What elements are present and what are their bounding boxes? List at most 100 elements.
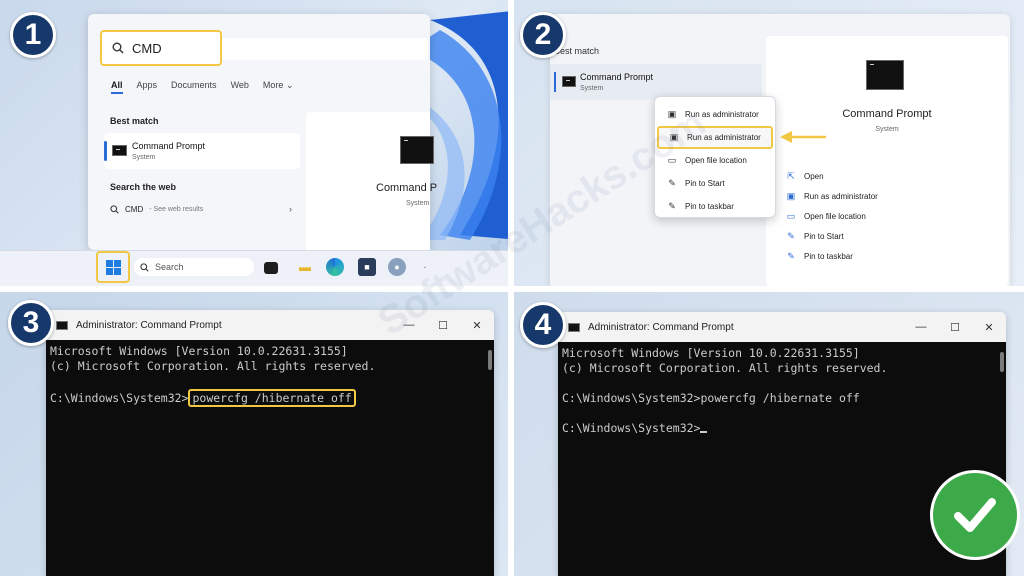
taskbar-search-label: Search [155,262,184,272]
ctx-pin-to-start-label: Pin to Start [685,179,725,188]
shield-icon: ▣ [669,132,679,142]
chevron-down-icon: ⌄ [285,80,294,90]
window-title: Administrator: Command Prompt [588,321,734,333]
chevron-right-icon: › [289,204,292,214]
tab-web[interactable]: Web [231,80,249,94]
tab-more-label: More [262,80,284,90]
terminal-command-line: C:\Windows\System32> powercfg /hibernate … [50,389,490,409]
preview-sub: System [406,200,430,207]
window-controls: — ☐ ✕ [904,321,1006,334]
tab-documents[interactable]: Documents [171,80,217,94]
maximize-button[interactable]: ☐ [426,319,460,332]
tab-all[interactable]: All [111,80,123,94]
step-badge-1: 1 [10,12,56,58]
ctx-open-file-location[interactable]: ▭ Open file location [655,149,775,172]
taskbar-search-box[interactable]: Search [134,258,254,276]
task-view-icon[interactable] [264,262,278,274]
terminal-cursor [700,431,708,433]
step4-panel: Administrator: Command Prompt — ☐ ✕ Micr… [514,292,1024,576]
open-icon: ⇱ [787,170,795,181]
highlighted-command: powercfg /hibernate off [188,389,356,407]
cmd-window-icon [56,320,68,330]
ctx-run-as-admin[interactable]: ▣ Run as administrator [655,103,775,126]
window-controls: — ☐ ✕ [392,319,494,332]
window-title: Administrator: Command Prompt [76,319,222,331]
action-open[interactable]: ⇱ Open [786,166,878,186]
file-explorer-icon[interactable]: ▬ [296,258,314,276]
search-web-label: Search the web [110,182,177,192]
action-pin-to-start[interactable]: ✎ Pin to Start [786,226,878,246]
terminal-prompt: C:\Windows\System32> [562,421,701,435]
ctx-pin-to-taskbar[interactable]: ✎ Pin to taskbar [655,195,775,218]
context-menu: ▣ Run as administrator ▣ Run as administra… [654,96,776,218]
start-button[interactable] [96,251,130,283]
step-badge-4: 4 [520,302,566,348]
step1-panel: CMD All Apps Documents Web More ⌄ Best m… [0,0,508,286]
close-button[interactable]: ✕ [972,321,1006,334]
action-pin-to-start-label: Pin to Start [804,231,844,241]
action-open-file-location[interactable]: ▭ Open file location [786,206,878,226]
web-search-result[interactable]: CMD - See web results › [110,204,292,214]
selection-indicator [554,72,556,92]
edge-browser-icon[interactable] [326,258,344,276]
folder-icon: ▭ [786,210,796,221]
cmd-app-icon [112,145,127,156]
tab-apps[interactable]: Apps [137,80,158,94]
action-pin-to-taskbar[interactable]: ✎ Pin to taskbar [786,246,878,266]
result-name: Command Prompt [132,141,206,151]
terminal-line: C:\Windows\System32>powercfg /hibernate … [562,391,860,405]
scrollbar[interactable] [1000,352,1004,372]
ctx-run-as-admin-highlighted-label: Run as administrator [687,133,761,142]
title-bar: Administrator: Command Prompt — ☐ ✕ [558,312,1006,342]
preview-actions: ⇱ Open ▣ Run as administrator ▭ Open file l… [786,166,878,266]
search-input[interactable]: CMD [100,30,222,66]
cmd-window: Administrator: Command Prompt — ☐ ✕ Micr… [558,312,1020,576]
pin-icon: ✎ [668,178,676,188]
best-match-label: Best match [110,116,159,126]
ctx-run-as-admin-highlighted[interactable]: ▣ Run as administrator [657,126,773,149]
store-icon[interactable]: ■ [358,258,376,276]
pin-icon: ✎ [787,250,795,261]
terminal-line: (c) Microsoft Corporation. All rights re… [562,361,888,375]
search-icon [112,42,124,54]
action-open-file-location-label: Open file location [804,211,866,221]
scrollbar[interactable] [488,350,492,370]
terminal-prompt-line: C:\Windows\System32> [562,421,1002,436]
search-filter-tabs: All Apps Documents Web More ⌄ [111,80,293,94]
search-icon [140,262,149,272]
terminal-output[interactable]: Microsoft Windows [Version 10.0.22631.31… [46,340,494,576]
action-run-as-admin-label: Run as administrator [804,191,878,201]
ctx-pin-to-start[interactable]: ✎ Pin to Start [655,172,775,195]
search-icon [110,204,119,214]
cmd-app-icon [562,76,576,87]
step2-panel: Best match Command Prompt System Command… [514,0,1024,286]
close-button[interactable]: ✕ [460,319,494,332]
pin-icon: ✎ [668,201,676,211]
search-bar-extension[interactable] [222,38,428,60]
command-prompt-result[interactable]: Command Prompt System [104,133,300,169]
terminal-line: Microsoft Windows [Version 10.0.22631.31… [50,344,348,358]
terminal-line: (c) Microsoft Corporation. All rights re… [50,359,376,373]
shield-icon: ▣ [667,109,677,119]
selection-indicator [104,141,107,161]
step-badge-2: 2 [520,12,566,58]
terminal-output[interactable]: Microsoft Windows [Version 10.0.22631.31… [558,342,1020,576]
success-checkmark-icon [930,470,1020,560]
ctx-open-file-location-label: Open file location [685,156,747,165]
folder-icon: ▭ [667,155,677,165]
overflow-dot-icon[interactable]: · [416,258,434,276]
minimize-button[interactable]: — [904,321,938,334]
app-icon[interactable]: ● [388,258,406,276]
tab-more[interactable]: More ⌄ [263,80,294,94]
command-prompt-result[interactable]: Command Prompt System [550,64,762,100]
shield-icon: ▣ [786,190,796,201]
action-run-as-admin[interactable]: ▣ Run as administrator [786,186,878,206]
title-bar: Administrator: Command Prompt — ☐ ✕ [46,310,494,340]
maximize-button[interactable]: ☐ [938,321,972,334]
minimize-button[interactable]: — [392,319,426,332]
preview-pane: Command P System [306,112,437,250]
cmd-app-icon-large [400,136,434,164]
result-name: Command Prompt [580,72,654,82]
